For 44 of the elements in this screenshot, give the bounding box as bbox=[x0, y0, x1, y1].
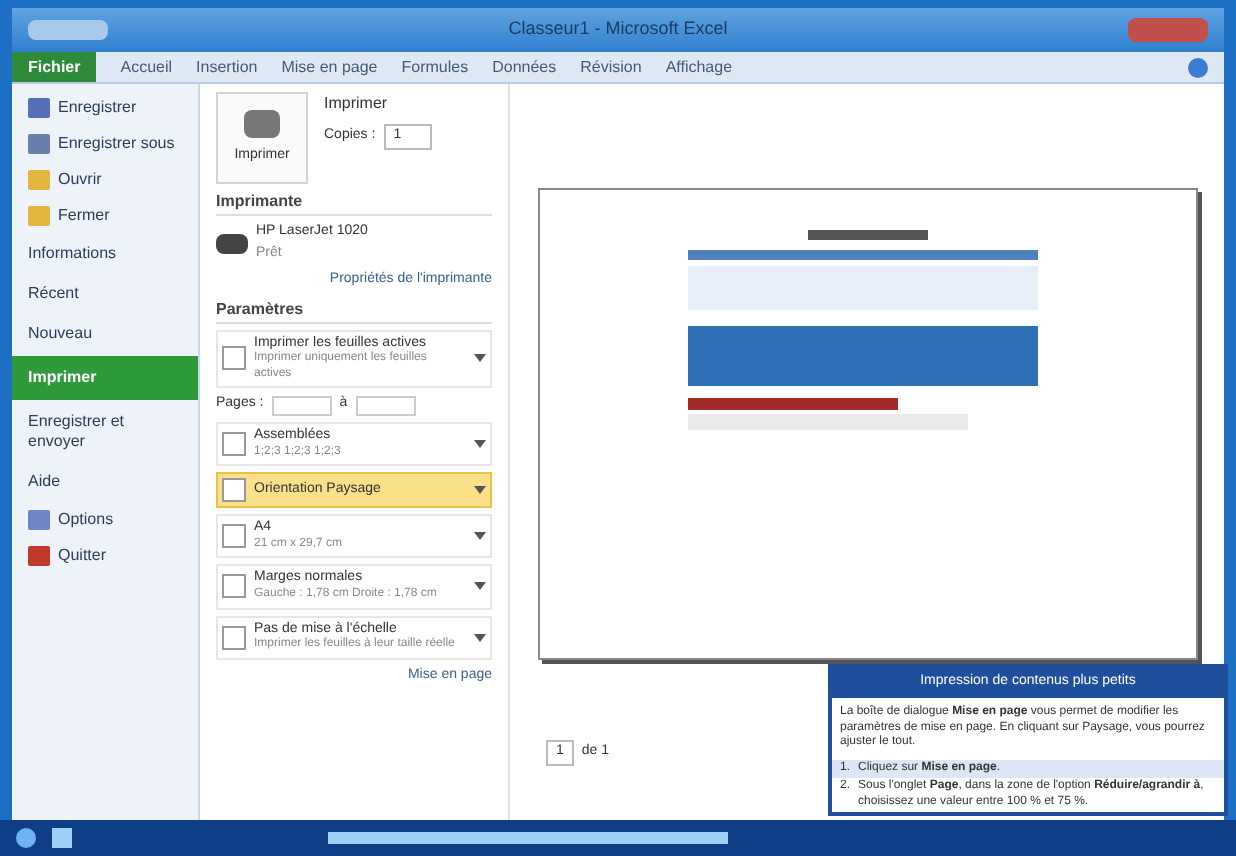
window-title: Classeur1 - Microsoft Excel bbox=[506, 16, 730, 43]
sidebar-item[interactable]: Enregistrer sous bbox=[12, 128, 198, 160]
sidebar-item[interactable]: Nouveau bbox=[12, 316, 198, 352]
sidebar-item[interactable]: Imprimer bbox=[12, 356, 198, 400]
caret-icon bbox=[474, 439, 486, 448]
setting-icon bbox=[222, 625, 246, 650]
setting-icon bbox=[222, 524, 246, 549]
copies-heading: Imprimer bbox=[324, 92, 390, 116]
window-controls-icon[interactable] bbox=[1128, 18, 1208, 42]
printer-heading: Imprimante bbox=[216, 190, 492, 216]
setting-icon bbox=[222, 574, 246, 599]
ribbon-tab[interactable]: Mise en page bbox=[281, 55, 378, 79]
sidebar-item[interactable]: Quitter bbox=[12, 540, 198, 572]
setting-icon bbox=[222, 431, 246, 456]
sidebar-item[interactable]: Informations bbox=[12, 236, 198, 272]
ribbon-tab[interactable]: Fichier bbox=[12, 52, 97, 82]
sidebar-item[interactable]: Enregistrer bbox=[12, 92, 198, 124]
sidebar-item[interactable]: Aide bbox=[12, 464, 198, 500]
settings-heading: Paramètres bbox=[216, 297, 492, 323]
ribbon-tab[interactable]: Révision bbox=[580, 55, 642, 79]
setting-icon bbox=[222, 346, 246, 371]
sidebar-item[interactable]: Fermer bbox=[12, 200, 198, 232]
sidebar-item[interactable]: Enregistrer et envoyer bbox=[12, 404, 198, 460]
caret-icon bbox=[474, 354, 486, 363]
caret-icon bbox=[474, 486, 486, 494]
sidebar-item[interactable]: Options bbox=[12, 504, 198, 536]
ribbon-tab[interactable]: Accueil bbox=[120, 55, 173, 79]
ribbon-tab[interactable]: Données bbox=[492, 55, 557, 79]
ribbon-tab[interactable]: Formules bbox=[401, 55, 469, 79]
ribbon-tab[interactable]: Insertion bbox=[196, 55, 258, 79]
sidebar-item[interactable]: Ouvrir bbox=[12, 164, 198, 196]
pages-to-field[interactable] bbox=[355, 395, 416, 415]
ribbon-tab[interactable]: Affichage bbox=[665, 55, 733, 79]
caret-icon bbox=[474, 532, 486, 541]
taskbar-scrollbar-icon[interactable] bbox=[328, 832, 728, 844]
sidebar-item[interactable]: Récent bbox=[12, 276, 198, 312]
caret-icon bbox=[474, 633, 486, 642]
setting-icon bbox=[222, 478, 246, 502]
pages-from-field[interactable] bbox=[271, 395, 332, 415]
caret-icon bbox=[474, 582, 486, 591]
taskbar-app-icon[interactable] bbox=[52, 828, 72, 848]
start-icon[interactable] bbox=[16, 828, 36, 848]
quick-access-icon[interactable] bbox=[28, 20, 108, 40]
help-icon[interactable] bbox=[1188, 57, 1208, 77]
